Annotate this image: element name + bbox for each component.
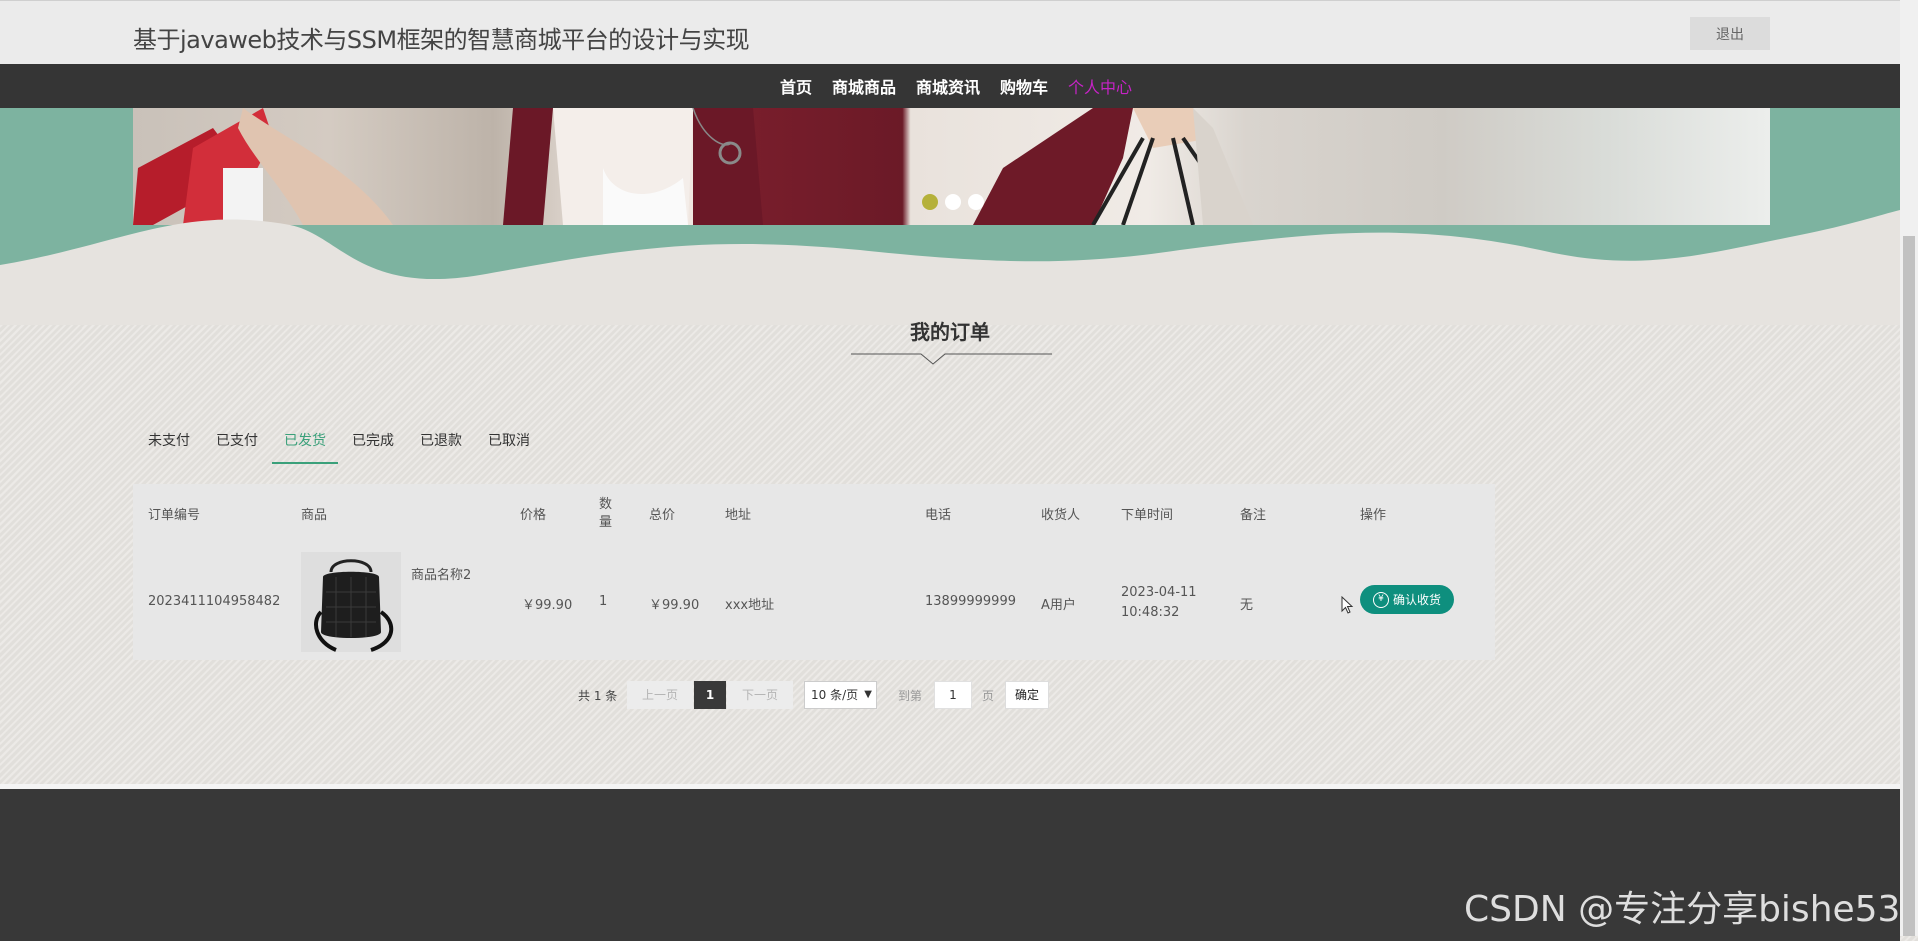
- page-size-select[interactable]: 10 条/页 ▼: [804, 681, 877, 709]
- page-size-value: 10 条/页: [811, 688, 859, 702]
- nav-item-news[interactable]: 商城资讯: [916, 74, 980, 98]
- nav-item-cart[interactable]: 购物车: [1000, 74, 1048, 98]
- pagination-next-button[interactable]: 下一页: [727, 681, 793, 709]
- mouse-cursor-icon: [1341, 596, 1354, 614]
- site-title: 基于javaweb技术与SSM框架的智慧商城平台的设计与实现: [133, 26, 750, 54]
- title-divider-icon: [851, 353, 1052, 365]
- pagination-confirm-button[interactable]: 确定: [1005, 681, 1049, 709]
- logout-button[interactable]: 退出: [1690, 17, 1770, 50]
- order-time-cell: 2023-04-11 10:48:32: [1121, 583, 1197, 623]
- total-cell: ￥99.90: [649, 598, 700, 613]
- confirm-receipt-button[interactable]: ¥ 确认收货: [1360, 585, 1454, 614]
- column-header-remark: 备注: [1240, 508, 1267, 523]
- top-header: 基于javaweb技术与SSM框架的智慧商城平台的设计与实现 退出: [0, 0, 1900, 65]
- page-title: 我的订单: [910, 320, 990, 344]
- orders-table: 订单编号 商品 价格 数量 总价 地址 电话 收货人 下单时间 备注 操作 20…: [133, 484, 1495, 660]
- yen-icon: ¥: [1372, 591, 1389, 608]
- product-name-link[interactable]: 商品名称2: [411, 564, 471, 583]
- tab-completed[interactable]: 已完成: [340, 424, 406, 464]
- product-thumbnail[interactable]: [301, 552, 401, 652]
- tab-cancelled[interactable]: 已取消: [476, 424, 542, 464]
- confirm-receipt-label: 确认收货: [1392, 593, 1441, 607]
- column-header-price: 价格: [520, 508, 547, 523]
- column-header-order-no: 订单编号: [148, 508, 201, 523]
- pagination-prev-button[interactable]: 上一页: [627, 681, 693, 709]
- remark-cell: 无: [1240, 598, 1254, 613]
- tab-shipped[interactable]: 已发货: [272, 424, 338, 464]
- order-status-tabs: 未支付 已支付 已发货 已完成 已退款 已取消: [136, 424, 544, 464]
- pagination-goto-input[interactable]: 1: [934, 681, 972, 709]
- pagination-total: 共 1 条: [578, 689, 618, 703]
- column-header-order-time: 下单时间: [1121, 508, 1174, 523]
- pagination-current-page[interactable]: 1: [694, 681, 726, 709]
- address-cell: xxx地址: [725, 598, 775, 613]
- watermark-text: CSDN @专注分享bishe530: [1464, 889, 1918, 930]
- price-cell: ￥99.90: [522, 598, 573, 613]
- column-header-receiver: 收货人: [1041, 508, 1081, 523]
- tab-paid[interactable]: 已支付: [204, 424, 270, 464]
- pagination-page-unit: 页: [982, 689, 995, 703]
- chevron-down-icon: ▼: [864, 689, 872, 700]
- order-clock: 10:48:32: [1121, 605, 1180, 620]
- pagination-goto-label: 到第: [898, 689, 923, 703]
- order-no-cell: 2023411104958482: [148, 594, 281, 609]
- column-header-action: 操作: [1360, 508, 1387, 523]
- tab-refunded[interactable]: 已退款: [408, 424, 474, 464]
- receiver-cell: A用户: [1041, 598, 1076, 613]
- scrollbar-thumb[interactable]: [1903, 236, 1915, 936]
- nav-item-home[interactable]: 首页: [780, 74, 812, 98]
- tab-unpaid[interactable]: 未支付: [136, 424, 202, 464]
- nav-item-products[interactable]: 商城商品: [832, 74, 896, 98]
- column-header-qty: 数量: [599, 497, 613, 530]
- column-header-address: 地址: [725, 508, 752, 523]
- column-header-total: 总价: [649, 508, 676, 523]
- phone-cell: 13899999999: [925, 594, 1016, 609]
- column-header-product: 商品: [301, 508, 328, 523]
- column-header-phone: 电话: [925, 508, 952, 523]
- nav-item-user-center[interactable]: 个人中心: [1068, 74, 1132, 98]
- decorative-wave: [0, 210, 1900, 325]
- order-date: 2023-04-11: [1121, 585, 1197, 600]
- qty-cell: 1: [599, 594, 608, 609]
- handbag-image: [301, 552, 401, 652]
